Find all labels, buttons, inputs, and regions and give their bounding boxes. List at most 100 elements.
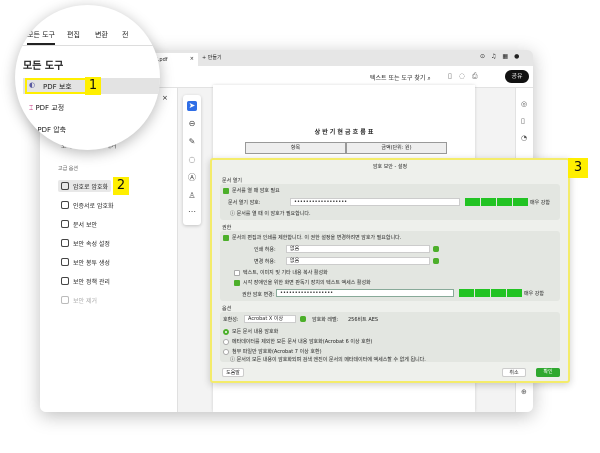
- checkbox-label: 시각 장애인을 위한 화면 판독기 장치의 텍스트 액세스 활성화: [243, 280, 371, 286]
- item-label: 보안 봉투 생성: [73, 259, 110, 267]
- strength-label: 매우 강함: [530, 200, 550, 206]
- tool-pdf-compress[interactable]: ◔ PDF 압축: [29, 125, 66, 135]
- radio-encrypt-attachments[interactable]: 첨부 파일만 암호화(Acrobat 7 이상 호환): [223, 348, 322, 355]
- remove-security-icon: [61, 296, 69, 304]
- certificate-lock-icon: [61, 201, 69, 209]
- step-badge: 3: [568, 158, 588, 178]
- tool-label: PDF 보호: [43, 83, 72, 91]
- info-label: 문서의 모든 내용이 암호화되며 검색 엔진이 문서의 메타데이터에 액세스할 …: [236, 357, 426, 363]
- options-section: 호환성: Acrobat X 이상 암호화 레벨: 256비트 AES 모든 문…: [220, 312, 560, 363]
- info-text: ⓘ 문서의 모든 내용이 암호화되며 검색 엔진이 문서의 메타데이터에 액세스…: [230, 357, 426, 363]
- new-tab-button[interactable]: + 만들기: [202, 54, 222, 61]
- sidebar-item-encrypt-password[interactable]: 암호로 암호화: [58, 180, 112, 192]
- table-header: 항목: [245, 142, 346, 154]
- screen-reader-checkbox[interactable]: 시각 장애인을 위한 화면 판독기 장치의 텍스트 액세스 활성화: [234, 279, 371, 286]
- radio-encrypt-all[interactable]: 모든 문서 내용 암호화: [223, 328, 278, 335]
- changes-allowed-select[interactable]: 없음: [286, 257, 430, 265]
- section-heading: 고급 옵션: [58, 166, 78, 172]
- zoom-in-icon[interactable]: ⊕: [521, 388, 527, 396]
- tab-all-tools[interactable]: 모든 도구: [27, 30, 55, 45]
- permissions-section: 문서의 편집과 인쇄를 제한합니다. 이 권한 설정을 변경하려면 암호가 필요…: [220, 231, 560, 301]
- tab-edit[interactable]: 편집: [67, 30, 80, 40]
- top-tabs: 모든 도구 편집 변환 전: [15, 30, 160, 46]
- item-label: 문서 보안: [73, 221, 97, 229]
- step-badge: 1: [85, 77, 101, 95]
- chevron-down-icon[interactable]: [300, 316, 306, 322]
- section-heading: 문서 열기: [222, 178, 242, 184]
- field-label: 호환성:: [223, 317, 239, 323]
- quick-tools-strip: ➤ ⊖ ✎ ◌ Ⓐ ♙ ⋯: [183, 95, 201, 225]
- toolbar-icons[interactable]: ▯◌⎙: [448, 72, 485, 81]
- zoom-tool-icon[interactable]: ⊖: [187, 119, 197, 129]
- section-heading: 권한: [222, 225, 232, 231]
- sidebar-item-security-properties[interactable]: 보안 속성 설정: [58, 237, 113, 249]
- field-label: 암호화 레벨:: [312, 317, 339, 323]
- sidebar-item-remove-security[interactable]: 보안 제거: [58, 294, 100, 306]
- open-password-input[interactable]: ••••••••••••••••••: [290, 198, 460, 206]
- magnifier-callout: 모든 도구 편집 변환 전 모든 도구 ◐ PDF 보호 1 ⌶ PDF 교정 …: [15, 5, 160, 150]
- field-label: 문서 열기 암호:: [228, 200, 261, 206]
- redact-icon: ⌶: [29, 104, 34, 112]
- compatibility-select[interactable]: Acrobat X 이상: [244, 315, 296, 323]
- text-tool-icon[interactable]: Ⓐ: [187, 173, 197, 183]
- tool-label: PDF 압축: [37, 126, 67, 134]
- info-text: ⓘ 문서를 열 때 이 암호가 필요합니다.: [230, 211, 311, 217]
- section-heading: 옵션: [222, 306, 232, 312]
- sidebar-item-security-policies[interactable]: 보안 정책 관리: [58, 275, 113, 287]
- gear-lock-icon: [61, 239, 69, 247]
- share-button[interactable]: 공유: [505, 70, 529, 83]
- tab-close-icon[interactable]: ×: [190, 56, 194, 62]
- tab-more[interactable]: 전: [122, 30, 128, 40]
- search-tools[interactable]: 텍스트 또는 도구 찾기 ⌕: [370, 73, 431, 83]
- table-header: 금액(단위: 원): [346, 142, 447, 154]
- permissions-password-input[interactable]: ••••••••••••••••••: [276, 289, 454, 297]
- radio-label: 메타데이터를 제외한 모든 문서 내용 암호화(Acrobat 6 이상 호환): [232, 339, 373, 345]
- chevron-down-icon[interactable]: [433, 258, 439, 264]
- dialog-title: 암호 보안 - 설정: [372, 164, 408, 170]
- panel-heading: 모든 도구: [23, 61, 64, 72]
- item-label: 보안 정책 관리: [73, 278, 110, 286]
- tool-pdf-redact[interactable]: ⌶ PDF 교정: [29, 103, 64, 113]
- info-label: 문서를 열 때 이 암호가 필요합니다.: [236, 211, 311, 217]
- right-tool-icons[interactable]: ◎ ▯ ◔: [521, 96, 527, 147]
- cancel-button[interactable]: 취소: [502, 368, 526, 377]
- sidebar-item-secure-document[interactable]: 문서 보안: [58, 218, 100, 230]
- item-label: 인증서로 암호화: [73, 202, 114, 210]
- compress-icon: ◔: [29, 126, 36, 134]
- require-open-password-checkbox[interactable]: 문서를 열 때 암호 필요: [223, 187, 280, 194]
- document-title: 상 반 기 현 금 흐 름 표: [314, 129, 374, 136]
- pen-tool-icon[interactable]: ✎: [187, 137, 197, 147]
- step-badge: 2: [113, 177, 129, 195]
- select-tool-icon[interactable]: ➤: [187, 101, 197, 111]
- restrict-editing-checkbox[interactable]: 문서의 편집과 인쇄를 제한합니다. 이 권한 설정을 변경하려면 암호가 필요…: [223, 234, 401, 241]
- tab-convert[interactable]: 변환: [95, 30, 108, 40]
- password-security-dialog: 암호 보안 - 설정 문서 열기 문서를 열 때 암호 필요 문서 열기 암호:…: [210, 158, 570, 383]
- checkbox-label: 문서의 편집과 인쇄를 제한합니다. 이 권한 설정을 변경하려면 암호가 필요…: [232, 235, 402, 241]
- sidebar-item-secure-envelope[interactable]: 보안 봉투 생성: [58, 256, 113, 268]
- lasso-tool-icon[interactable]: ◌: [187, 155, 197, 165]
- help-button[interactable]: 도움말: [222, 368, 244, 377]
- search-icon: ⌕: [427, 75, 431, 82]
- shield-lock-icon: ◐: [29, 81, 36, 89]
- stamp-tool-icon[interactable]: ♙: [187, 191, 197, 201]
- open-section: 문서를 열 때 암호 필요 문서 열기 암호: ••••••••••••••••…: [220, 184, 560, 220]
- close-panel-icon[interactable]: ×: [162, 94, 168, 102]
- ok-button[interactable]: 확인: [536, 368, 560, 377]
- radio-encrypt-except-metadata[interactable]: 메타데이터를 제외한 모든 문서 내용 암호화(Acrobat 6 이상 호환): [223, 338, 372, 345]
- envelope-icon: [61, 258, 69, 266]
- print-allowed-select[interactable]: 없음: [286, 245, 430, 253]
- chevron-down-icon[interactable]: [433, 246, 439, 252]
- window-icons[interactable]: ⊙♫▦●: [480, 53, 525, 60]
- strength-label: 매우 강함: [524, 291, 544, 297]
- radio-label: 첨부 파일만 암호화(Acrobat 7 이상 호환): [232, 349, 322, 355]
- field-label: 변경 허용:: [254, 259, 276, 265]
- field-label: 권한 암호 변경:: [242, 292, 275, 298]
- more-tools-icon[interactable]: ⋯: [187, 207, 197, 217]
- field-label: 인쇄 허용:: [254, 247, 276, 253]
- search-label: 텍스트 또는 도구 찾기: [370, 75, 426, 82]
- item-label: 보안 제거: [73, 297, 97, 305]
- enable-copy-checkbox[interactable]: 텍스트, 이미지 및 기타 내용 복사 활성화: [234, 269, 328, 276]
- sidebar-item-encrypt-certificate[interactable]: 인증서로 암호화: [58, 199, 117, 211]
- radio-label: 모든 문서 내용 암호화: [232, 329, 279, 335]
- user-lock-icon: [61, 220, 69, 228]
